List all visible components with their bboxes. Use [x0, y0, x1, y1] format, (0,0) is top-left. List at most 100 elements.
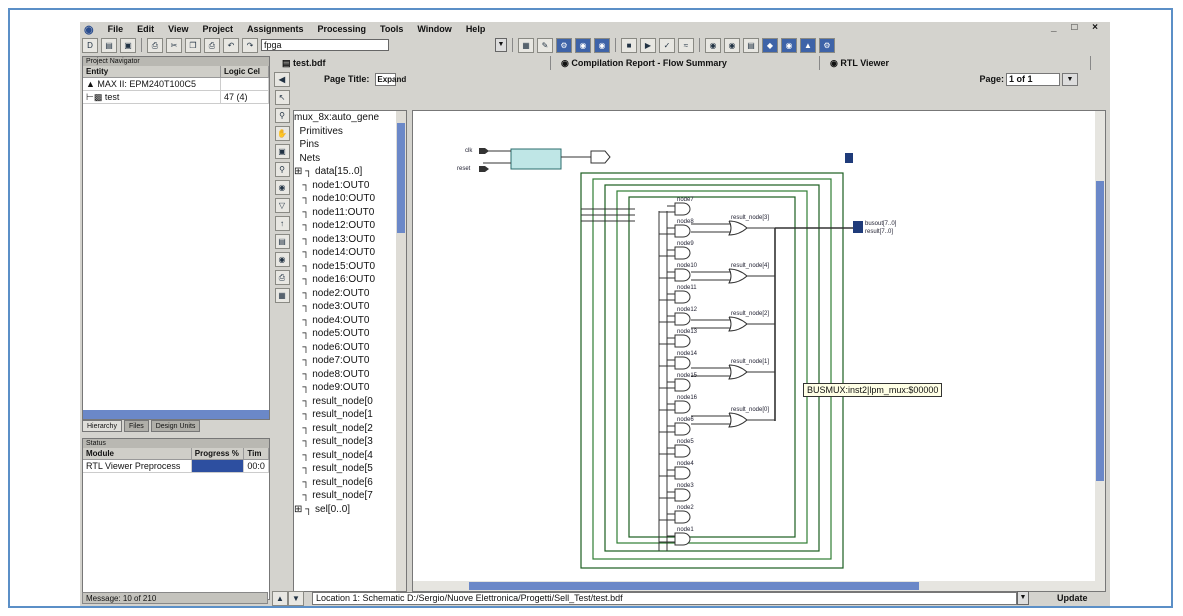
tree-item[interactable]: ┐ result_node[2 [294, 422, 406, 436]
signaltap-icon[interactable]: ◉ [781, 37, 797, 53]
hand-icon[interactable]: ✋ [274, 126, 290, 141]
start-compilation-icon[interactable]: ▶ [640, 37, 656, 53]
tab-design-units[interactable]: Design Units [150, 420, 201, 432]
print-icon[interactable]: ⎙ [147, 37, 163, 53]
tab-hierarchy[interactable]: Hierarchy [82, 420, 122, 432]
open-file-icon[interactable]: ▤ [101, 37, 117, 53]
tree-item[interactable]: ┐ node9:OUT0 [294, 381, 406, 395]
page-title-field[interactable]: Expand [375, 72, 406, 86]
tree-item[interactable]: ┐ node7:OUT0 [294, 354, 406, 368]
menu-project[interactable]: Project [202, 24, 233, 34]
tree-item[interactable]: ┐ result_node[7 [294, 489, 406, 503]
horizontal-scrollbar[interactable] [83, 410, 269, 419]
tab-rtl-viewer[interactable]: ◉ RTL Viewer [820, 56, 1091, 70]
chevron-down-icon[interactable]: ▼ [495, 38, 507, 52]
message-bar[interactable]: Message: 10 of 210 [82, 592, 268, 604]
device-row[interactable]: ▲ MAX II: EPM240T100C5 [83, 78, 269, 91]
tab-files[interactable]: Files [123, 420, 149, 432]
menu-assignments[interactable]: Assignments [247, 24, 304, 34]
programmer-icon[interactable]: ◆ [762, 37, 778, 53]
binoculars-icon[interactable]: ◉ [274, 180, 290, 195]
menu-help[interactable]: Help [466, 24, 486, 34]
tree-item[interactable]: ┐ node15:OUT0 [294, 260, 406, 274]
menu-file[interactable]: File [108, 24, 124, 34]
scrollbar-thumb[interactable] [1096, 181, 1104, 481]
column-module[interactable]: Module [83, 448, 192, 459]
tree-item[interactable]: ┐ node13:OUT0 [294, 233, 406, 247]
paste-icon[interactable]: ⎙ [204, 37, 220, 53]
location-field[interactable]: Location 1: Schematic D:/Sergio/Nuove El… [312, 591, 1017, 605]
tree-item[interactable]: ⊞ ┐ data[15..0] [294, 165, 406, 179]
assignment-editor-icon[interactable]: ▦ [518, 37, 534, 53]
hierarchy-up-icon[interactable]: ↑ [274, 216, 290, 231]
window-controls[interactable]: _ □ × [1051, 22, 1104, 33]
tree-item[interactable]: Primitives [294, 125, 406, 139]
new-file-icon[interactable]: D [82, 37, 98, 53]
chip-planner-icon[interactable]: ◉ [575, 37, 591, 53]
color-icon[interactable]: ◉ [274, 252, 290, 267]
update-button[interactable]: Update [1057, 593, 1088, 603]
menu-processing[interactable]: Processing [318, 24, 367, 34]
tab-test-bdf[interactable]: ▤ test.bdf [272, 56, 551, 70]
scrollbar-thumb[interactable] [397, 123, 405, 233]
page-selector[interactable]: 1 of 1 [1006, 72, 1060, 86]
zoom-icon[interactable]: ⚲ [274, 108, 290, 123]
tree-item[interactable]: ┐ node10:OUT0 [294, 192, 406, 206]
save-icon[interactable]: ▣ [120, 37, 136, 53]
pin-planner-icon[interactable]: ✎ [537, 37, 553, 53]
column-time[interactable]: Tim [244, 448, 269, 459]
tree-item[interactable]: ┐ node16:OUT0 [294, 273, 406, 287]
print-icon[interactable]: ⎙ [274, 270, 290, 285]
fit-window-icon[interactable]: ▣ [274, 144, 290, 159]
filter-icon[interactable]: ▽ [274, 198, 290, 213]
tree-item[interactable]: ┐ result_node[6 [294, 476, 406, 490]
menu-view[interactable]: View [168, 24, 188, 34]
compilation-report-icon[interactable]: ◉ [705, 37, 721, 53]
column-entity[interactable]: Entity [83, 66, 221, 77]
redo-icon[interactable]: ↷ [242, 37, 258, 53]
tree-item[interactable]: ┐ result_node[4 [294, 449, 406, 463]
tree-item[interactable]: ┐ node11:OUT0 [294, 206, 406, 220]
tree-item[interactable]: mux_8x:auto_gene [294, 111, 406, 125]
tree-item[interactable]: ┐ node8:OUT0 [294, 368, 406, 382]
tree-item[interactable]: ┐ node5:OUT0 [294, 327, 406, 341]
scrollbar-thumb[interactable] [469, 582, 919, 590]
tree-item[interactable]: Nets [294, 152, 406, 166]
tree-item[interactable]: ⊞ ┐ sel[0..0] [294, 503, 406, 517]
schematic-canvas[interactable]: clk reset node7 node8 node9 node10 node11 node1… [412, 110, 1106, 592]
tab-compilation-report[interactable]: ◉ Compilation Report - Flow Summary [551, 56, 820, 70]
rtl-viewer-icon[interactable]: ◉ [724, 37, 740, 53]
settings-icon[interactable]: ⚙ [556, 37, 572, 53]
column-progress[interactable]: Progress % [192, 448, 245, 459]
tree-item[interactable]: ┐ node1:OUT0 [294, 179, 406, 193]
menu-tools[interactable]: Tools [380, 24, 403, 34]
chevron-down-icon[interactable]: ▼ [1017, 591, 1029, 605]
entity-row[interactable]: ⊢▩ test 47 (4) [83, 91, 269, 104]
project-selector[interactable]: fpga [261, 39, 389, 51]
column-logic-cells[interactable]: Logic Cel [221, 66, 269, 77]
menu-window[interactable]: Window [417, 24, 451, 34]
page-nav-icon[interactable]: ◀ [274, 71, 290, 87]
netlist-navigator-icon[interactable]: ▤ [743, 37, 759, 53]
properties-icon[interactable]: ▦ [274, 288, 290, 303]
megawizard-icon[interactable]: ⚙ [819, 37, 835, 53]
chip-editor-icon[interactable]: ▲ [800, 37, 816, 53]
undo-icon[interactable]: ↶ [223, 37, 239, 53]
cut-icon[interactable]: ✂ [166, 37, 182, 53]
tree-item[interactable]: ┐ result_node[0 [294, 395, 406, 409]
copy-icon[interactable]: ❐ [185, 37, 201, 53]
tree-item[interactable]: ┐ node3:OUT0 [294, 300, 406, 314]
menu-edit[interactable]: Edit [137, 24, 154, 34]
chevron-down-icon[interactable]: ▼ [1062, 72, 1078, 86]
tree-item[interactable]: ┐ node6:OUT0 [294, 341, 406, 355]
analysis-synthesis-icon[interactable]: ✓ [659, 37, 675, 53]
tree-item[interactable]: ┐ result_node[5 [294, 462, 406, 476]
tree-item[interactable]: ┐ node4:OUT0 [294, 314, 406, 328]
select-icon[interactable]: ↖ [274, 90, 290, 105]
stop-icon[interactable]: ■ [621, 37, 637, 53]
tree-item[interactable]: Pins [294, 138, 406, 152]
netlist-icon[interactable]: ▤ [274, 234, 290, 249]
timing-analyzer-icon[interactable]: ≈ [678, 37, 694, 53]
tree-item[interactable]: ┐ node2:OUT0 [294, 287, 406, 301]
tree-item[interactable]: ┐ node14:OUT0 [294, 246, 406, 260]
